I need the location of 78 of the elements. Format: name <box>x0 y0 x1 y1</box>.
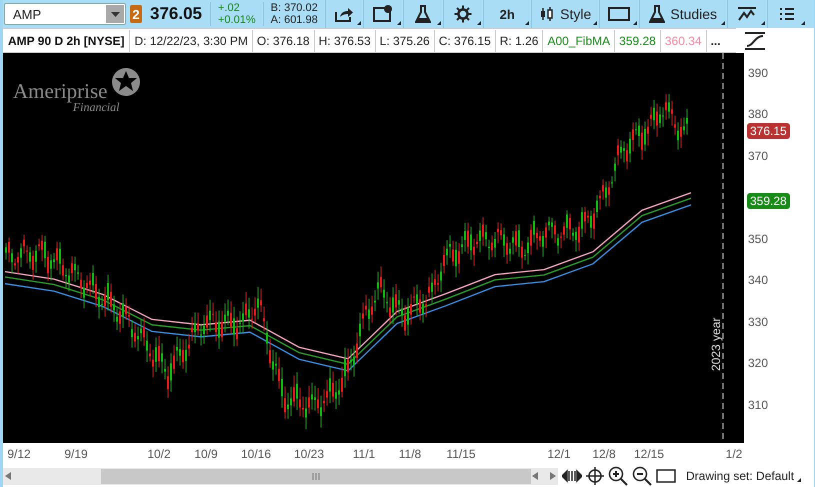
date-label: 12/8 <box>592 447 616 461</box>
date-label: 10/2 <box>147 447 171 461</box>
header-value: O: 376.18 <box>252 30 314 52</box>
date-label: 9/12 <box>7 447 31 461</box>
net-change: +.02 <box>218 2 241 14</box>
scrollbar-thumb[interactable] <box>100 468 530 484</box>
date-label: 10/9 <box>194 447 218 461</box>
last-price: 376.05 <box>149 4 203 24</box>
settings-icon <box>454 5 472 23</box>
date-label: 12/15 <box>634 447 664 461</box>
zoom-in-button[interactable] <box>608 466 628 486</box>
header-value: 360.34 <box>660 30 706 52</box>
price-label: 380 <box>748 107 768 122</box>
line-chart-icon <box>737 6 758 22</box>
zoom-out-button[interactable] <box>632 466 652 486</box>
price-label: 370 <box>748 148 768 163</box>
symbol-text: AMP <box>13 6 42 22</box>
price-label: 350 <box>748 232 768 246</box>
bid-price: B: 370.02 <box>270 2 318 14</box>
rectangle-button[interactable] <box>656 468 676 484</box>
period-button[interactable]: 2h <box>482 0 531 28</box>
date-label: 10/16 <box>240 447 272 461</box>
style-button[interactable]: Style <box>530 0 599 28</box>
drawing-set-button[interactable]: Drawing set: Default <box>680 469 802 483</box>
header-value: R: 1.26 <box>494 30 542 52</box>
date-label: 11/1 <box>352 447 376 461</box>
price-label: 390 <box>748 66 768 80</box>
curve-icon[interactable] <box>744 32 766 50</box>
date-label: 10/23 <box>294 447 324 461</box>
price-label: 330 <box>748 314 768 329</box>
caret-icon <box>110 12 120 16</box>
scrollbar[interactable] <box>3 468 558 484</box>
percent-change: +0.01% <box>218 14 256 26</box>
price-label: 310 <box>748 398 768 412</box>
header-value: D: 12/22/23, 3:30 PM <box>129 30 252 52</box>
expand-horizontal-button[interactable] <box>562 469 582 483</box>
price-tag: 359.28 <box>747 193 790 210</box>
price-label: 320 <box>748 356 768 370</box>
header-value: 359.28 <box>614 30 660 52</box>
info-panel-button[interactable] <box>362 0 403 28</box>
panel-icon <box>373 5 394 23</box>
drawing-tools-button[interactable] <box>726 0 767 28</box>
more-text[interactable]: ... <box>706 30 725 52</box>
rectangle-icon <box>608 6 630 22</box>
star-logo-icon <box>111 67 142 97</box>
settings-button[interactable] <box>442 0 483 28</box>
logo-name: Ameriprise <box>13 79 108 103</box>
flask-icon <box>649 5 666 23</box>
header-value: C: 376.15 <box>434 30 495 52</box>
menu-button[interactable] <box>766 0 807 28</box>
price-label: 340 <box>748 273 768 288</box>
share-button[interactable] <box>324 0 363 28</box>
header-value: A00_FibMA <box>542 30 614 52</box>
date-label: 1/2 <box>726 447 742 461</box>
link-badge[interactable]: 2 <box>130 5 142 23</box>
candle-icon <box>539 6 556 22</box>
scroll-right-icon[interactable] <box>550 472 556 480</box>
date-label: 9/19 <box>64 447 88 461</box>
symbol-field[interactable]: AMP <box>4 3 126 25</box>
scroll-left-icon[interactable] <box>5 472 11 480</box>
date-label: 12/1 <box>547 447 571 461</box>
ask-price: A: 601.98 <box>270 14 318 26</box>
share-icon <box>334 6 354 22</box>
list-icon <box>779 7 796 21</box>
date-label: 11/8 <box>398 447 422 461</box>
studies-button[interactable]: Studies <box>638 0 727 28</box>
flask-icon <box>415 5 432 23</box>
year-marker: 2023 year <box>709 318 723 371</box>
header-value: H: 376.53 <box>314 30 375 52</box>
logo-subtitle: Financial <box>72 100 120 115</box>
chart-title: AMP 90 D 2h [NYSE] <box>7 34 126 48</box>
crosshair-button[interactable] <box>586 467 604 485</box>
rectangle-button[interactable] <box>598 0 639 28</box>
price-tag: 376.15 <box>747 123 790 140</box>
header-value: L: 375.26 <box>374 30 434 52</box>
flask-button[interactable] <box>402 0 443 28</box>
dropdown-button[interactable] <box>106 5 124 23</box>
date-label: 11/15 <box>446 447 476 461</box>
